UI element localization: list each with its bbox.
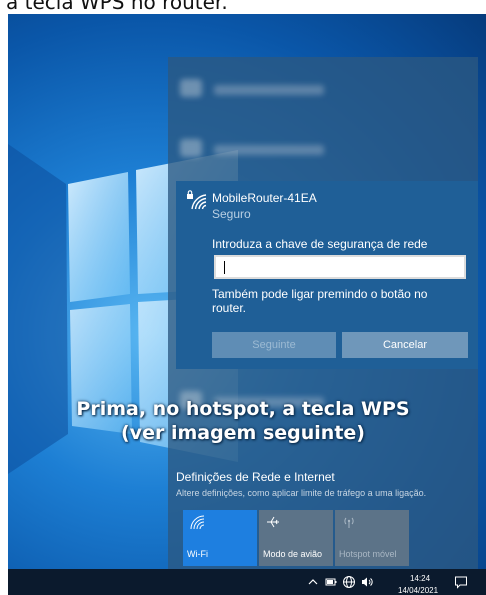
battery-icon[interactable] bbox=[324, 575, 338, 589]
airplane-icon bbox=[267, 516, 279, 528]
blurred-network-name bbox=[214, 85, 324, 95]
network-status: Seguro bbox=[212, 207, 251, 221]
chevron-up-icon[interactable] bbox=[306, 575, 320, 589]
network-name: MobileRouter-41EA bbox=[212, 191, 317, 205]
security-key-label: Introduza a chave de segurança de rede bbox=[212, 237, 428, 251]
hotspot-icon bbox=[344, 517, 354, 528]
quick-action-label: Wi-Fi bbox=[187, 549, 208, 559]
blurred-network-row[interactable] bbox=[168, 123, 478, 183]
selected-network-panel: MobileRouter-41EA Seguro Introduza a cha… bbox=[176, 181, 478, 369]
instruction-overlay: Prima, no hotspot, a tecla WPS (ver imag… bbox=[0, 397, 486, 445]
network-globe-icon[interactable] bbox=[342, 575, 356, 589]
quick-action-wifi[interactable]: Wi-Fi bbox=[183, 510, 257, 566]
instruction-line-1: Prima, no hotspot, a tecla WPS bbox=[76, 398, 410, 420]
quick-action-label: Modo de avião bbox=[263, 549, 323, 559]
notification-icon[interactable] bbox=[454, 575, 468, 589]
wifi-icon bbox=[180, 139, 202, 157]
wifi-icon bbox=[190, 515, 205, 530]
blurred-network-row[interactable] bbox=[168, 63, 478, 123]
text-caret bbox=[224, 261, 225, 274]
network-settings-description: Altere definições, como aplicar limite d… bbox=[176, 488, 427, 498]
security-key-input[interactable] bbox=[214, 255, 466, 279]
instruction-line-2: (ver imagem seguinte) bbox=[121, 422, 365, 444]
taskbar: 14:24 14/04/2021 bbox=[8, 569, 486, 595]
secured-wifi-icon bbox=[187, 190, 207, 210]
cancel-button[interactable]: Cancelar bbox=[342, 332, 468, 358]
network-settings-link[interactable]: Definições de Rede e Internet bbox=[176, 470, 335, 484]
clock-time[interactable]: 14:24 bbox=[410, 574, 430, 583]
quick-action-label: Hotspot móvel bbox=[339, 549, 397, 559]
quick-action-airplane-mode[interactable]: Modo de avião bbox=[259, 510, 333, 566]
blurred-network-name bbox=[214, 145, 324, 155]
quick-action-mobile-hotspot[interactable]: Hotspot móvel bbox=[335, 510, 409, 566]
clock-date[interactable]: 14/04/2021 bbox=[398, 586, 438, 595]
next-button[interactable]: Seguinte bbox=[212, 332, 336, 358]
caption-text: a tecla WPS no router. bbox=[6, 0, 228, 14]
wps-hint-text: Também pode ligar premindo o botão no ro… bbox=[212, 287, 428, 315]
volume-icon[interactable] bbox=[360, 575, 374, 589]
top-caption: a tecla WPS no router. bbox=[0, 0, 486, 14]
wifi-icon bbox=[180, 79, 202, 97]
